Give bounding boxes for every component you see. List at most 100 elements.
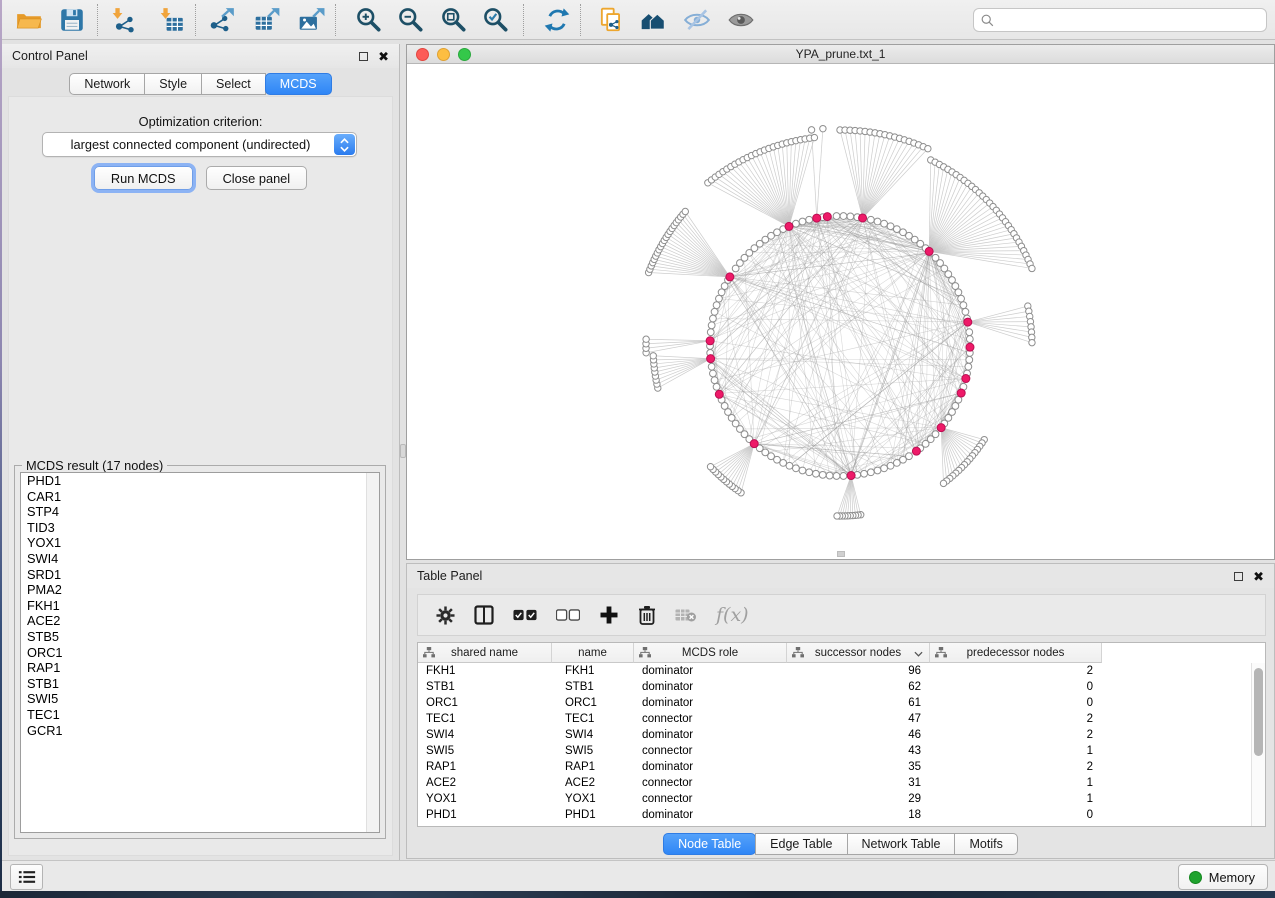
zoom-fit-icon[interactable]	[437, 4, 471, 36]
network-node[interactable]	[792, 465, 799, 472]
network-node[interactable]	[820, 125, 826, 131]
network-node[interactable]	[958, 295, 965, 302]
maximize-window-icon[interactable]	[458, 48, 471, 61]
mcds-hub-node[interactable]	[964, 318, 972, 326]
column-header-name[interactable]: name	[552, 643, 634, 663]
mcds-hub-node[interactable]	[726, 273, 734, 281]
network-node[interactable]	[1029, 265, 1035, 271]
table-scrollbar-thumb[interactable]	[1254, 668, 1263, 756]
mcds-hub-node[interactable]	[912, 447, 920, 455]
network-node[interactable]	[716, 295, 723, 302]
table-row[interactable]: FKH1FKH1dominator962	[418, 663, 1251, 679]
settings-gear-icon[interactable]	[436, 606, 455, 625]
network-node[interactable]	[708, 363, 715, 370]
tab-mcds[interactable]: MCDS	[265, 73, 332, 95]
mcds-hub-node[interactable]	[957, 389, 965, 397]
network-node[interactable]	[708, 322, 715, 329]
mcds-hub-node[interactable]	[962, 375, 970, 383]
mcds-hub-node[interactable]	[707, 355, 715, 363]
mcds-list-scrollbar[interactable]	[366, 473, 379, 832]
network-node[interactable]	[847, 213, 854, 220]
mcds-result-item[interactable]: ACE2	[21, 613, 379, 629]
network-node[interactable]	[682, 208, 688, 214]
network-node[interactable]	[955, 289, 962, 296]
table-row[interactable]: STB1STB1dominator620	[418, 679, 1251, 695]
table-row[interactable]: SWI4SWI4dominator462	[418, 727, 1251, 743]
export-network-icon[interactable]	[205, 4, 239, 36]
minimize-window-icon[interactable]	[437, 48, 450, 61]
network-node[interactable]	[881, 465, 888, 472]
clone-network-icon[interactable]	[594, 4, 628, 36]
optimization-criterion-select[interactable]: largest connected component (undirected)	[42, 132, 357, 157]
mcds-hub-node[interactable]	[823, 213, 831, 221]
zoom-in-icon[interactable]	[352, 4, 386, 36]
network-node[interactable]	[861, 470, 868, 477]
network-node[interactable]	[707, 464, 713, 470]
mcds-result-item[interactable]: TID3	[21, 520, 379, 536]
close-panel-icon[interactable]: ✖	[1253, 570, 1264, 583]
network-node[interactable]	[711, 308, 718, 315]
network-node[interactable]	[940, 480, 946, 486]
network-node[interactable]	[874, 218, 881, 225]
column-header-MCDS-role[interactable]: MCDS role	[634, 643, 787, 663]
refresh-icon[interactable]	[540, 4, 574, 36]
canvas-grip[interactable]	[837, 551, 845, 557]
tab-node-table[interactable]: Node Table	[663, 833, 756, 855]
export-table-icon[interactable]	[250, 4, 284, 36]
table-row[interactable]: ACE2ACE2connector311	[418, 775, 1251, 791]
mcds-result-item[interactable]: RAP1	[21, 660, 379, 676]
run-mcds-button[interactable]: Run MCDS	[94, 166, 193, 190]
mcds-hub-node[interactable]	[785, 222, 793, 230]
mcds-hub-node[interactable]	[847, 472, 855, 480]
tab-motifs[interactable]: Motifs	[954, 833, 1017, 855]
mcds-result-item[interactable]: FKH1	[21, 598, 379, 614]
network-node[interactable]	[1029, 339, 1035, 345]
network-node[interactable]	[833, 213, 840, 220]
mcds-result-item[interactable]: PMA2	[21, 582, 379, 598]
network-node[interactable]	[867, 469, 874, 476]
tab-network-table[interactable]: Network Table	[847, 833, 956, 855]
mcds-result-item[interactable]: SWI4	[21, 551, 379, 567]
mcds-result-item[interactable]: SWI5	[21, 691, 379, 707]
mcds-result-item[interactable]: STP4	[21, 504, 379, 520]
network-node[interactable]	[887, 223, 894, 230]
network-node[interactable]	[834, 513, 840, 519]
table-row[interactable]: TEC1TEC1connector472	[418, 711, 1251, 727]
network-node[interactable]	[643, 336, 649, 342]
network-node[interactable]	[792, 220, 799, 227]
network-node[interactable]	[874, 467, 881, 474]
import-network-icon[interactable]	[107, 4, 141, 36]
show-all-icon[interactable]	[724, 4, 758, 36]
mcds-hub-node[interactable]	[715, 390, 723, 398]
table-scrollbar[interactable]	[1251, 663, 1265, 826]
network-node[interactable]	[713, 302, 720, 309]
network-node[interactable]	[840, 473, 847, 480]
network-node[interactable]	[707, 329, 714, 336]
network-node[interactable]	[806, 469, 813, 476]
panel-splitter-grip[interactable]	[400, 444, 406, 458]
mcds-result-item[interactable]: PHD1	[21, 473, 379, 489]
network-node[interactable]	[826, 472, 833, 479]
close-panel-icon[interactable]: ✖	[378, 50, 389, 63]
network-node[interactable]	[893, 460, 900, 467]
mcds-hub-node[interactable]	[750, 440, 758, 448]
network-node[interactable]	[710, 370, 717, 377]
deselect-all-icon[interactable]	[556, 609, 580, 621]
mcds-hub-node[interactable]	[706, 337, 714, 345]
delete-column-trash-icon[interactable]	[638, 605, 656, 625]
tab-select[interactable]: Select	[201, 73, 266, 95]
table-row[interactable]: RAP1RAP1dominator352	[418, 759, 1251, 775]
network-node[interactable]	[840, 213, 847, 220]
mcds-result-item[interactable]: YOX1	[21, 535, 379, 551]
tab-style[interactable]: Style	[144, 73, 202, 95]
split-panel-icon[interactable]	[474, 605, 494, 625]
mcds-result-item[interactable]: GCR1	[21, 723, 379, 739]
hide-selected-icon[interactable]	[680, 4, 714, 36]
network-node[interactable]	[966, 336, 973, 343]
open-folder-icon[interactable]	[12, 4, 46, 36]
network-canvas[interactable]	[407, 64, 1274, 559]
import-table-icon[interactable]	[155, 4, 189, 36]
table-row[interactable]: SWI5SWI5connector431	[418, 743, 1251, 759]
export-image-icon[interactable]	[294, 4, 328, 36]
network-node[interactable]	[806, 216, 813, 223]
